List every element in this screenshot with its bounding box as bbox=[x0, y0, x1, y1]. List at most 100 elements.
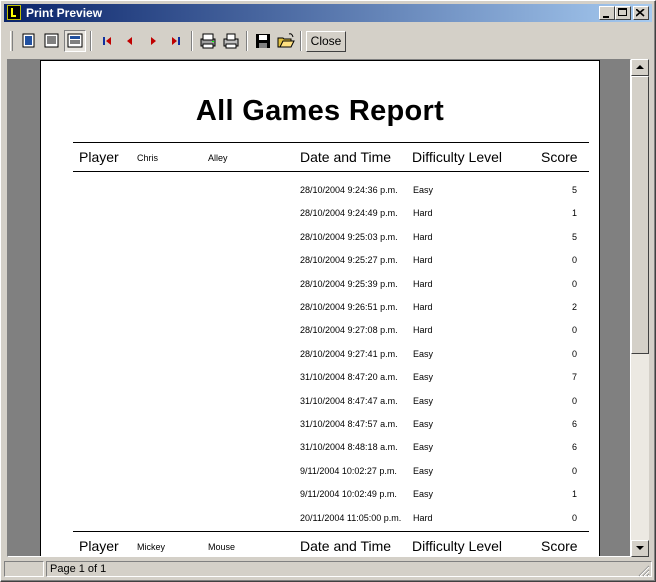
zoom-100-button[interactable] bbox=[64, 30, 86, 52]
minimize-button[interactable] bbox=[599, 6, 615, 20]
row-score: 6 bbox=[571, 419, 577, 429]
first-page-icon bbox=[103, 37, 111, 45]
scroll-thumb[interactable] bbox=[631, 76, 649, 354]
next-page-icon bbox=[151, 37, 156, 45]
printer-icon bbox=[223, 33, 239, 49]
row-score: 0 bbox=[571, 348, 577, 359]
row-difficulty: Hard bbox=[413, 278, 433, 289]
row-difficulty: Hard bbox=[413, 208, 433, 219]
print-setup-icon bbox=[200, 33, 216, 49]
row-datetime: 28/10/2004 9:27:41 p.m. bbox=[300, 348, 398, 359]
row-score: 6 bbox=[571, 442, 577, 453]
vertical-scrollbar[interactable] bbox=[631, 59, 649, 557]
row-difficulty: Easy bbox=[413, 465, 434, 476]
maximize-button[interactable] bbox=[615, 6, 631, 20]
page-status: Page 1 of 1 bbox=[46, 561, 652, 577]
close-preview-button[interactable]: Close bbox=[306, 31, 346, 52]
maximize-icon bbox=[618, 8, 627, 16]
row-datetime: 28/10/2004 9:24:49 p.m. bbox=[300, 208, 398, 219]
row-score: 0 bbox=[571, 255, 577, 266]
status-bar: Page 1 of 1 bbox=[4, 559, 652, 578]
row-datetime: 20/11/2004 11:05:00 p.m. bbox=[300, 512, 402, 523]
player-first-name: Chris bbox=[137, 153, 159, 163]
row-datetime: 31/10/2004 8:47:57 a.m. bbox=[300, 419, 398, 429]
first-page-button[interactable] bbox=[96, 30, 118, 52]
row-difficulty: Easy bbox=[413, 419, 434, 429]
one-page-button[interactable] bbox=[18, 30, 40, 52]
arrow-down-icon bbox=[636, 546, 644, 550]
title-bar[interactable]: Print Preview bbox=[4, 4, 652, 22]
group-top-rule bbox=[73, 531, 589, 532]
row-score: 5 bbox=[571, 231, 577, 242]
col-header-datetime: Date and Time bbox=[300, 538, 392, 554]
row-score: 0 bbox=[571, 395, 577, 406]
col-header-difficulty: Difficulty Level bbox=[412, 538, 503, 554]
scroll-up-button[interactable] bbox=[631, 59, 649, 76]
scroll-down-button[interactable] bbox=[631, 540, 649, 557]
print-button[interactable] bbox=[220, 30, 242, 52]
size-grip-icon[interactable] bbox=[638, 565, 650, 577]
last-page-button[interactable] bbox=[165, 30, 187, 52]
row-difficulty: Easy bbox=[413, 489, 434, 500]
col-header-difficulty: Difficulty Level bbox=[412, 149, 503, 165]
row-datetime: 9/11/2004 10:02:27 p.m. bbox=[300, 465, 397, 476]
row-score: 1 bbox=[571, 208, 577, 219]
row-difficulty: Hard bbox=[413, 255, 433, 266]
page-width-button[interactable] bbox=[41, 30, 63, 52]
col-header-player: Player bbox=[79, 538, 119, 554]
row-datetime: 9/11/2004 10:02:49 p.m. bbox=[300, 489, 397, 500]
row-difficulty: Easy bbox=[413, 372, 434, 383]
group-header-rule bbox=[73, 171, 589, 172]
row-datetime: 31/10/2004 8:47:47 a.m. bbox=[300, 395, 398, 406]
save-button[interactable] bbox=[252, 30, 274, 52]
row-datetime: 28/10/2004 9:27:08 p.m. bbox=[300, 325, 398, 336]
zoom-icon bbox=[67, 33, 83, 48]
row-score: 0 bbox=[571, 465, 577, 476]
report-page: All Games Report Player Chris Alley Date an… bbox=[40, 60, 600, 556]
arrow-up-icon bbox=[636, 65, 644, 69]
row-difficulty: Easy bbox=[413, 348, 434, 359]
row-datetime: 28/10/2004 9:26:51 p.m. bbox=[300, 302, 398, 312]
group-top-rule bbox=[73, 142, 589, 143]
page-width-icon bbox=[44, 33, 59, 48]
row-score: 0 bbox=[571, 278, 577, 289]
row-datetime: 28/10/2004 9:25:03 p.m. bbox=[300, 231, 398, 242]
row-score: 0 bbox=[571, 512, 577, 523]
row-difficulty: Hard bbox=[413, 231, 433, 242]
row-score: 2 bbox=[571, 302, 577, 312]
toolbar-grip[interactable] bbox=[10, 31, 13, 51]
row-difficulty: Easy bbox=[413, 395, 434, 406]
previous-page-button[interactable] bbox=[119, 30, 141, 52]
preview-area[interactable]: All Games Report Player Chris Alley Date an… bbox=[7, 59, 631, 557]
close-icon bbox=[636, 9, 645, 17]
row-score: 5 bbox=[571, 185, 577, 195]
open-button[interactable] bbox=[275, 30, 297, 52]
app-icon[interactable] bbox=[7, 5, 21, 20]
status-panel-empty bbox=[4, 561, 44, 577]
open-folder-icon bbox=[277, 33, 295, 48]
next-page-button[interactable] bbox=[142, 30, 164, 52]
row-difficulty: Easy bbox=[413, 442, 434, 453]
row-datetime: 28/10/2004 9:25:39 p.m. bbox=[300, 278, 398, 289]
col-header-datetime: Date and Time bbox=[300, 149, 392, 165]
save-disk-icon bbox=[256, 34, 270, 48]
row-score: 7 bbox=[571, 372, 577, 383]
toolbar: Close bbox=[4, 25, 652, 57]
previous-page-icon bbox=[127, 37, 132, 45]
toolbar-separator bbox=[90, 31, 92, 51]
window-title: Print Preview bbox=[26, 6, 103, 20]
row-datetime: 28/10/2004 9:24:36 p.m. bbox=[300, 185, 398, 195]
col-header-score: Score bbox=[541, 149, 578, 165]
player-last-name: Alley bbox=[208, 153, 228, 163]
close-window-button[interactable] bbox=[633, 6, 649, 20]
row-datetime: 31/10/2004 8:48:18 a.m. bbox=[300, 442, 398, 453]
last-page-icon bbox=[172, 37, 180, 45]
row-difficulty: Easy bbox=[413, 185, 434, 195]
row-difficulty: Hard bbox=[413, 325, 433, 336]
row-score: 0 bbox=[571, 325, 577, 336]
print-setup-button[interactable] bbox=[197, 30, 219, 52]
player-last-name: Mouse bbox=[208, 542, 236, 552]
col-header-player: Player bbox=[79, 149, 119, 165]
minimize-icon bbox=[603, 16, 609, 18]
row-datetime: 28/10/2004 9:25:27 p.m. bbox=[300, 255, 398, 266]
